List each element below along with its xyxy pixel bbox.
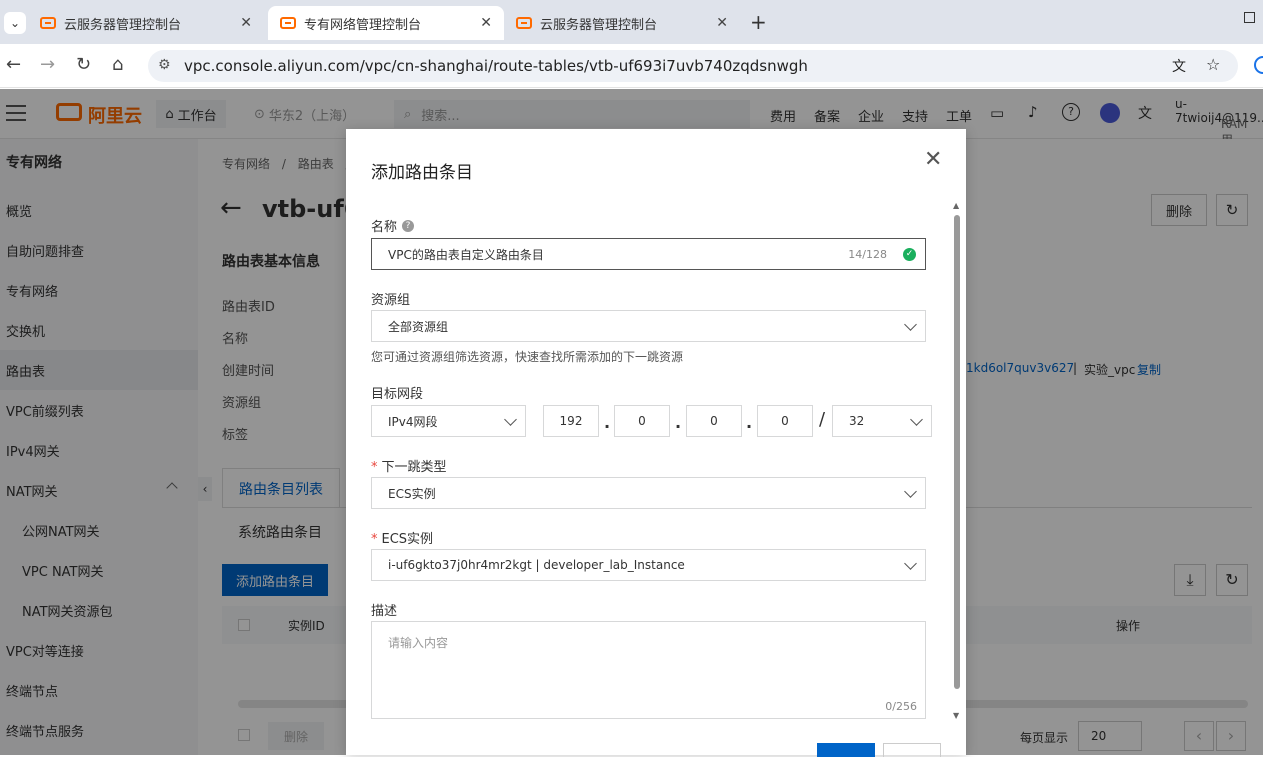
resource-group-label: 资源组 (371, 293, 411, 308)
ip-octet-2-input[interactable]: 0 (614, 405, 670, 437)
restore-window-icon[interactable] (1244, 12, 1255, 23)
description-label: 描述 (371, 604, 398, 619)
ip-separator: . (746, 413, 753, 432)
next-hop-type-select[interactable]: ECS实例 (371, 477, 926, 509)
browser-tab-active[interactable]: 专有网络管理控制台 ✕ (268, 6, 504, 40)
destination-cidr-label: 目标网段 (371, 387, 424, 402)
name-input[interactable]: VPC的路由表自定义路由条目 14/128 ✓ (371, 238, 926, 270)
browser-tab-bar: ⌄ 云服务器管理控制台 ✕ 专有网络管理控制台 ✕ 云服务器管理控制台 ✕ + (0, 0, 1263, 44)
next-hop-type-label: * 下一跳类型 (371, 460, 447, 475)
ecs-instance-label-text: ECS实例 (381, 532, 434, 547)
resource-group-hint: 您可通过资源组筛选资源，快速查找所需添加的下一跳资源 (371, 350, 684, 364)
ip-octet-value: 0 (638, 414, 646, 428)
aliyun-favicon-icon (40, 17, 56, 29)
ip-octet-value: 0 (710, 414, 718, 428)
ecs-instance-label: * ECS实例 (371, 532, 434, 547)
tab-title: 云服务器管理控制台 (540, 17, 658, 33)
ip-octet-value: 192 (559, 414, 583, 428)
mask-length-value: 32 (849, 414, 865, 428)
close-tab-icon[interactable]: ✕ (240, 15, 252, 31)
chevron-down-icon (904, 318, 917, 331)
name-char-count: 14/128 (848, 248, 887, 261)
site-settings-icon[interactable]: ⚙ (158, 57, 171, 73)
ip-separator: . (675, 413, 682, 432)
back-arrow-icon[interactable]: ← (6, 54, 21, 75)
browser-tab[interactable]: 云服务器管理控制台 ✕ (504, 6, 740, 40)
close-tab-icon[interactable]: ✕ (716, 15, 728, 31)
name-input-value: VPC的路由表自定义路由条目 (388, 247, 544, 262)
mask-length-select[interactable]: 32 (832, 405, 932, 437)
next-hop-type-value: ECS实例 (388, 486, 436, 501)
name-field-label: 名称 ? (371, 216, 415, 235)
ip-octet-1-input[interactable]: 192 (543, 405, 599, 437)
name-label-text: 名称 (371, 220, 398, 235)
mask-separator: / (819, 409, 826, 430)
translate-icon[interactable]: 文 (1172, 56, 1186, 76)
profile-icon[interactable] (1254, 56, 1263, 74)
chevron-down-icon (904, 485, 917, 498)
browser-tab[interactable]: 云服务器管理控制台 ✕ (28, 6, 264, 40)
url-field[interactable]: ⚙ vpc.console.aliyun.com/vpc/cn-shanghai… (148, 50, 1238, 82)
chevron-down-icon (904, 557, 917, 570)
chevron-down-icon (910, 413, 923, 426)
new-tab-icon[interactable]: + (750, 10, 767, 34)
address-bar-row: ← → ↻ ⌂ ⚙ vpc.console.aliyun.com/vpc/cn-… (0, 44, 1263, 88)
next-hop-type-label-text: 下一跳类型 (381, 460, 447, 475)
forward-arrow-icon[interactable]: → (40, 54, 55, 75)
ip-octet-3-input[interactable]: 0 (686, 405, 742, 437)
description-placeholder: 请输入内容 (388, 636, 449, 650)
reload-icon[interactable]: ↻ (76, 54, 91, 75)
ip-octet-4-input[interactable]: 0 (757, 405, 813, 437)
ip-separator: . (604, 413, 611, 432)
help-icon[interactable]: ? (402, 219, 415, 232)
ip-version-value: IPv4网段 (388, 414, 438, 429)
chevron-down-icon (504, 413, 517, 426)
valid-check-icon: ✓ (903, 248, 916, 261)
aliyun-favicon-icon (280, 17, 296, 29)
aliyun-favicon-icon (516, 17, 532, 29)
tab-title: 专有网络管理控制台 (304, 17, 422, 33)
ip-version-select[interactable]: IPv4网段 (371, 405, 526, 437)
close-icon[interactable]: ✕ (924, 147, 942, 172)
tab-list-chevron-icon[interactable]: ⌄ (4, 12, 26, 34)
url-text: vpc.console.aliyun.com/vpc/cn-shanghai/r… (184, 57, 808, 75)
dialog-title: 添加路由条目 (371, 163, 473, 183)
ecs-instance-value: i-uf6gkto37j0hr4mr2kgt | developer_lab_I… (388, 558, 685, 572)
resource-group-value: 全部资源组 (388, 319, 449, 334)
add-route-entry-dialog: 添加路由条目 ✕ 名称 ? VPC的路由表自定义路由条目 14/128 ✓ 资源… (346, 129, 966, 757)
description-char-count: 0/256 (885, 700, 917, 713)
resource-group-select[interactable]: 全部资源组 (371, 310, 926, 342)
dialog-scrollbar[interactable]: ▲ ▼ (952, 201, 962, 725)
ip-octet-value: 0 (781, 414, 789, 428)
ecs-instance-select[interactable]: i-uf6gkto37j0hr4mr2kgt | developer_lab_I… (371, 549, 926, 581)
close-tab-icon[interactable]: ✕ (480, 15, 492, 31)
description-textarea[interactable]: 请输入内容 0/256 (371, 621, 926, 719)
bookmark-star-icon[interactable]: ☆ (1206, 55, 1220, 74)
home-icon[interactable]: ⌂ (112, 54, 123, 75)
scrollbar-thumb[interactable] (954, 215, 960, 689)
tab-title: 云服务器管理控制台 (64, 17, 182, 33)
